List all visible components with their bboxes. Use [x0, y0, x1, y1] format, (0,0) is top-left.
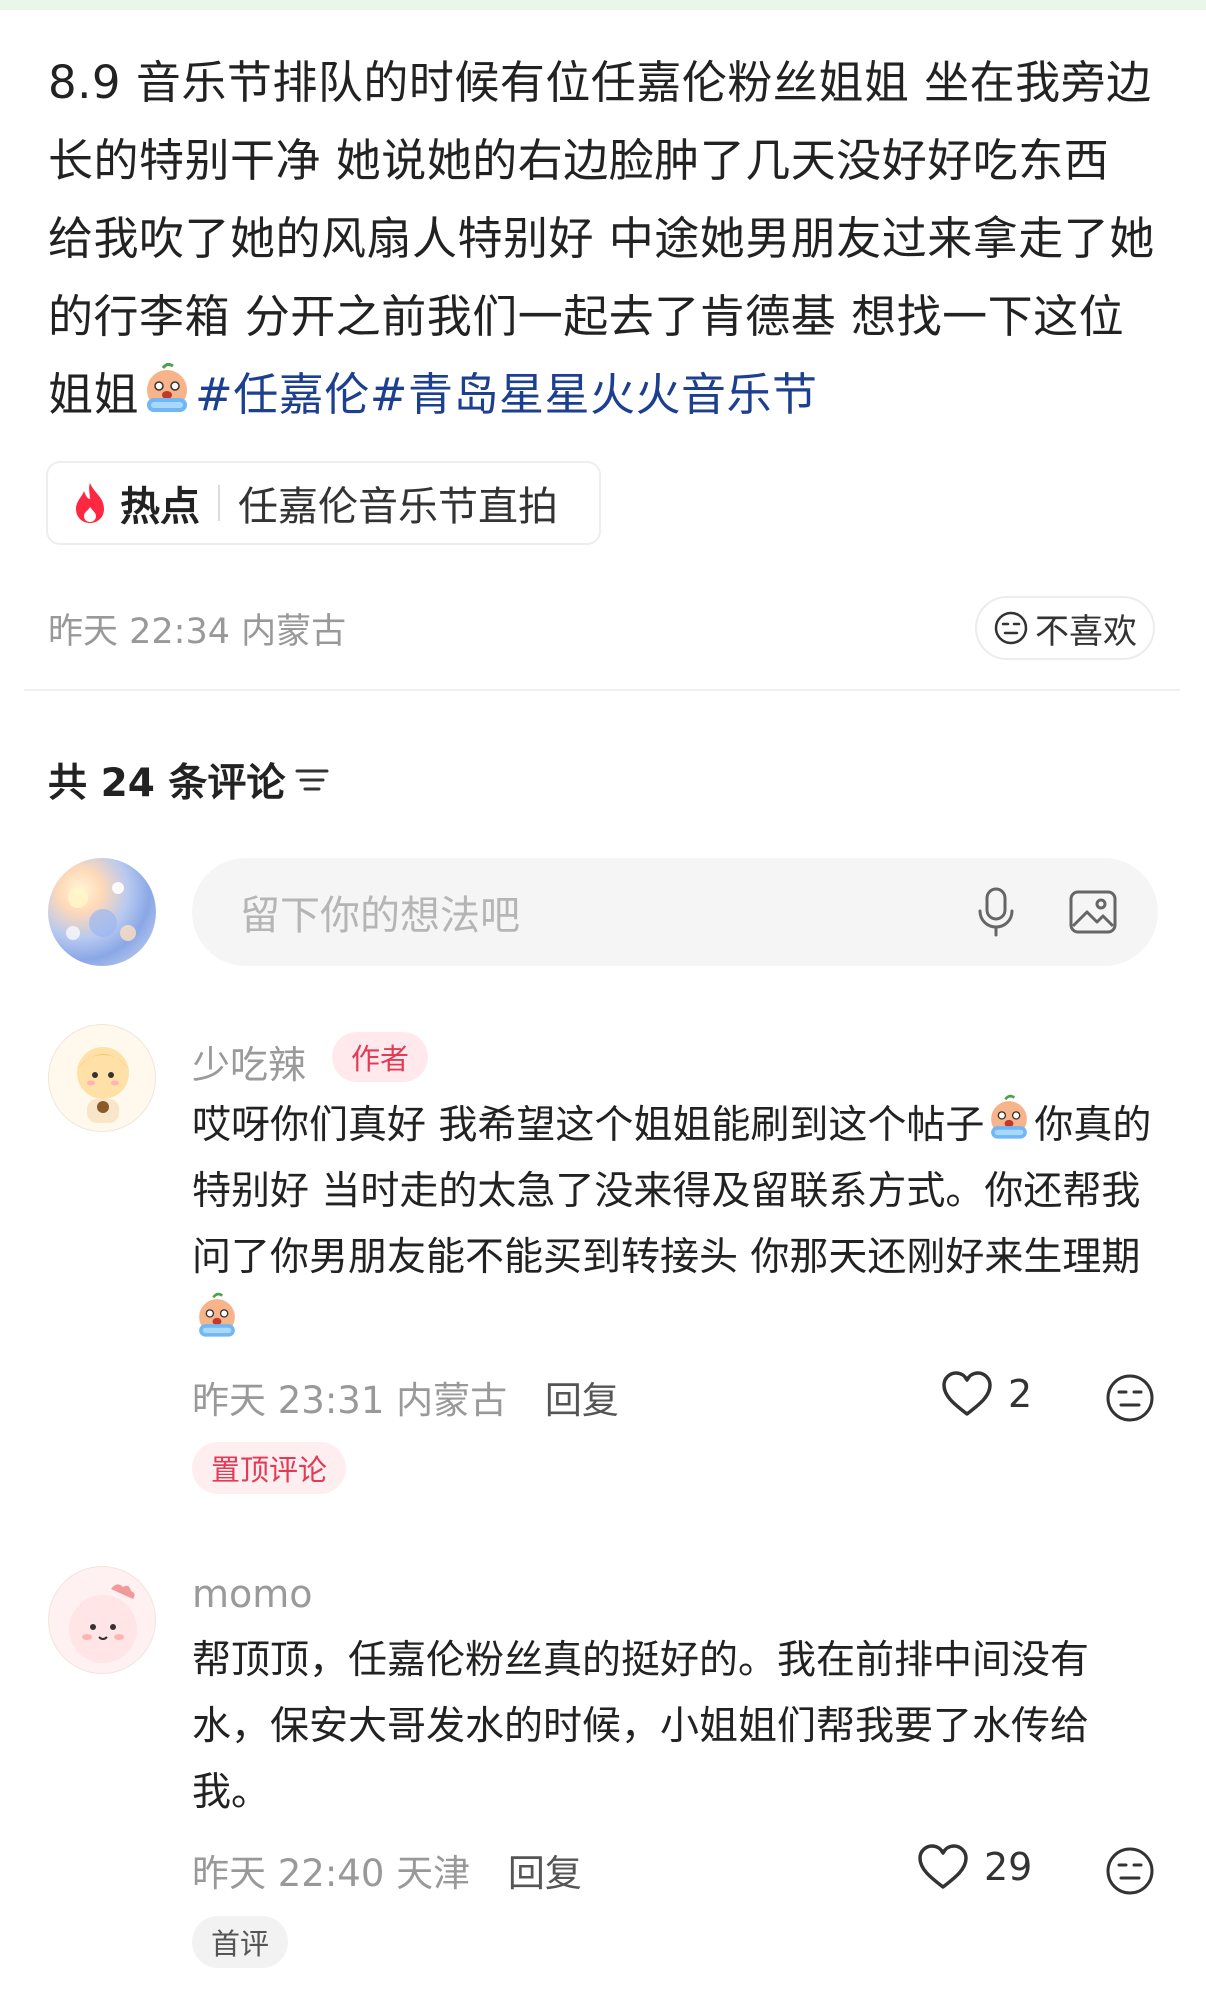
crying-face-emoji — [199, 1292, 235, 1337]
comment-text-part: 哎呀你们真好 我希望这个姐姐能刷到这个帖子 — [192, 1103, 985, 1148]
neutral-face-icon[interactable] — [1104, 1372, 1156, 1424]
like-button[interactable]: 29 — [916, 1843, 1032, 1891]
reply-button[interactable]: 回复 — [508, 1852, 582, 1895]
comment-avatar[interactable] — [48, 1566, 156, 1674]
image-icon[interactable] — [1067, 886, 1119, 938]
comment-time: 昨天 22:40 — [192, 1852, 385, 1895]
my-avatar[interactable] — [48, 858, 156, 966]
comment-meta: 昨天 22:40 天津 回复 — [192, 1843, 582, 1897]
comment-count-header[interactable]: 共 24 条评论 — [48, 752, 331, 808]
hot-topic-title: 任嘉伦音乐节直拍 — [238, 484, 558, 530]
like-count: 2 — [1008, 1372, 1033, 1416]
like-count: 29 — [984, 1845, 1033, 1889]
comment-text: 帮顶顶，任嘉伦粉丝真的挺好的。我在前排中间没有水，保安大哥发水的时候，小姐姐们帮… — [192, 1638, 1090, 1815]
comment-username[interactable]: momo — [192, 1572, 313, 1616]
crying-face-emoji — [147, 362, 188, 412]
comment-avatar[interactable] — [48, 1024, 156, 1132]
post-body: 8.9 音乐节排队的时候有位任嘉伦粉丝姐姐 坐在我旁边 长的特别干净 她说她的右… — [48, 44, 1158, 434]
neutral-face-icon — [994, 611, 1028, 645]
post-text: 8.9 音乐节排队的时候有位任嘉伦粉丝姐姐 坐在我旁边 长的特别干净 她说她的右… — [48, 56, 1155, 421]
comment-count-label: 共 24 条评论 — [48, 761, 286, 806]
divider — [24, 689, 1180, 691]
hot-topic-chip[interactable]: 热点 任嘉伦音乐节直拍 — [46, 461, 601, 545]
fire-icon — [76, 483, 104, 523]
comment-time: 昨天 23:31 — [192, 1379, 385, 1422]
dislike-label: 不喜欢 — [1035, 611, 1137, 652]
filter-icon[interactable] — [293, 765, 331, 795]
avatar-image — [69, 1584, 137, 1663]
heart-icon — [942, 1371, 992, 1416]
comment-meta: 昨天 23:31 内蒙古 回复 — [192, 1370, 619, 1424]
avatar-image — [77, 1047, 129, 1123]
comment-username[interactable]: 少吃辣 — [192, 1034, 306, 1089]
first-comment-tag: 首评 — [192, 1916, 288, 1968]
hot-label: 热点 — [120, 484, 200, 530]
post-meta: 昨天 22:34 内蒙古 — [48, 603, 346, 654]
comment-location: 内蒙古 — [396, 1379, 508, 1422]
post-detail-page: 8.9 音乐节排队的时候有位任嘉伦粉丝姐姐 坐在我旁边 长的特别干净 她说她的右… — [0, 0, 1206, 1991]
comment-location: 天津 — [396, 1852, 471, 1895]
avatar-image — [66, 882, 136, 941]
chip-separator — [218, 485, 220, 521]
post-location: 内蒙古 — [241, 612, 347, 652]
post-time: 昨天 22:34 — [48, 612, 230, 652]
author-badge: 作者 — [332, 1032, 428, 1082]
like-button[interactable]: 2 — [940, 1370, 1032, 1418]
hashtag-link[interactable]: #任嘉伦 — [195, 368, 370, 421]
comment-text: 哎呀你们真好 我希望这个姐姐能刷到这个帖子 你真的特别好 当时走的太急了没来得及… — [192, 1093, 1152, 1357]
mic-icon[interactable] — [970, 885, 1022, 939]
top-accent-line — [0, 0, 1206, 10]
comment-input-placeholder: 留下你的想法吧 — [240, 893, 520, 939]
hashtag-link[interactable]: #青岛星星火火音乐节 — [370, 368, 818, 421]
reply-button[interactable]: 回复 — [545, 1379, 619, 1422]
neutral-face-icon[interactable] — [1104, 1845, 1156, 1897]
dislike-button[interactable]: 不喜欢 — [975, 596, 1155, 660]
crying-face-emoji — [991, 1094, 1028, 1139]
pinned-comment-tag: 置顶评论 — [192, 1442, 346, 1494]
heart-icon — [918, 1844, 968, 1889]
